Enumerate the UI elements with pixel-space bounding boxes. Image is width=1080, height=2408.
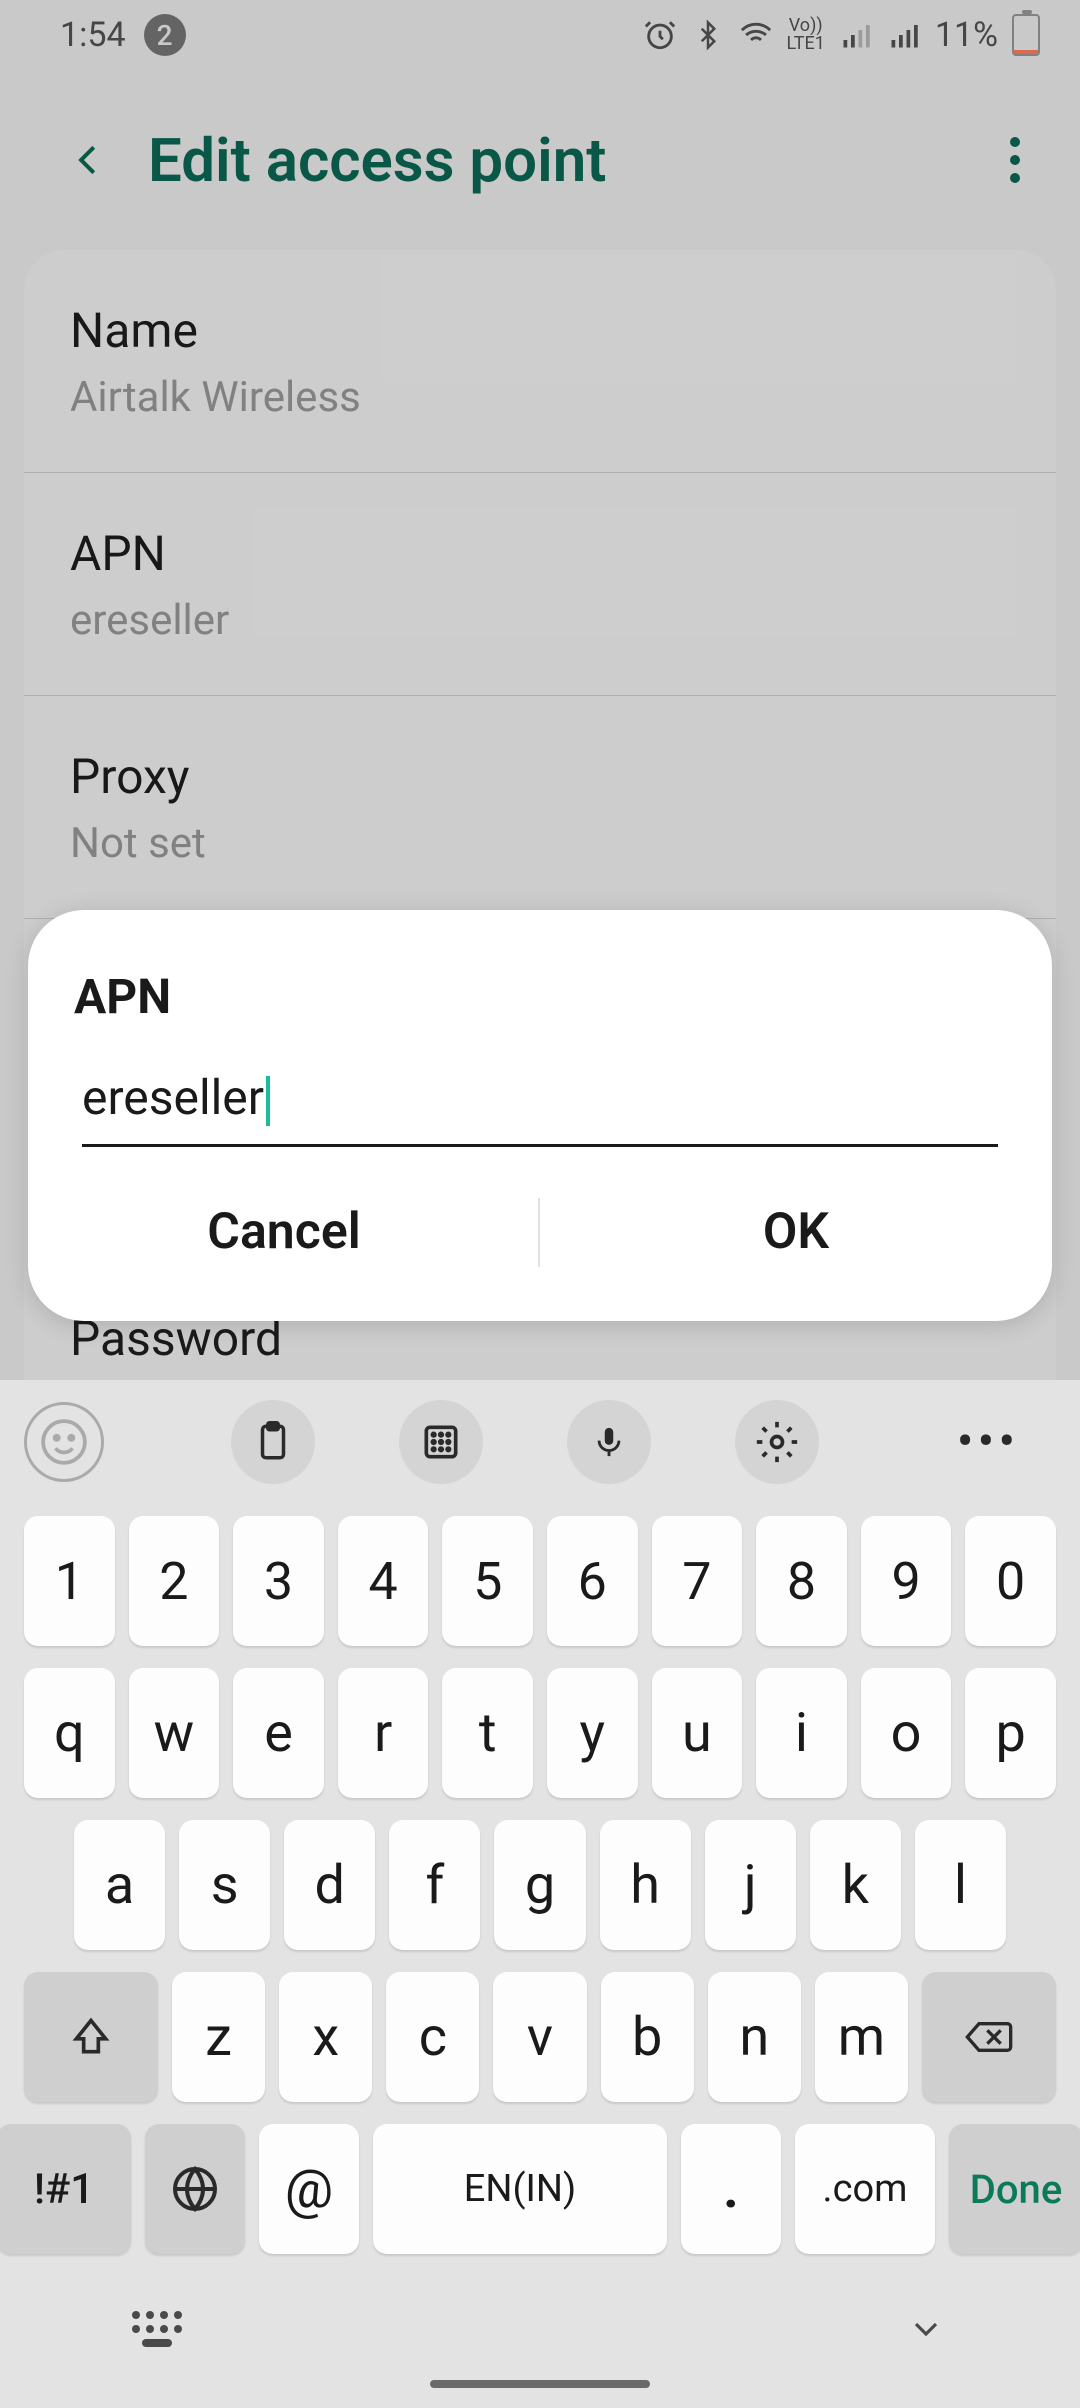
key-z[interactable]: z: [172, 1972, 265, 2102]
key-m[interactable]: m: [815, 1972, 908, 2102]
key-f[interactable]: f: [389, 1820, 480, 1950]
keyboard-settings-button[interactable]: [735, 1400, 819, 1484]
keyboard-row-qwerty3: zxcvbnm: [24, 1972, 1056, 2102]
keyboard-toolbar: •••: [0, 1380, 1080, 1504]
key-s[interactable]: s: [179, 1820, 270, 1950]
key-t[interactable]: t: [442, 1668, 533, 1798]
key-p[interactable]: p: [965, 1668, 1056, 1798]
key-4[interactable]: 4: [338, 1516, 429, 1646]
key-u[interactable]: u: [652, 1668, 743, 1798]
keyboard-row-qwerty2: asdfghjkl: [24, 1820, 1056, 1950]
key-2[interactable]: 2: [129, 1516, 220, 1646]
key-b[interactable]: b: [601, 1972, 694, 2102]
shift-key[interactable]: [24, 1972, 158, 2102]
apn-edit-dialog: APN ereseller Cancel OK: [28, 910, 1052, 1321]
key-w[interactable]: w: [129, 1668, 220, 1798]
key-a[interactable]: a: [74, 1820, 165, 1950]
key-0[interactable]: 0: [965, 1516, 1056, 1646]
dialog-title: APN: [28, 968, 1052, 1025]
navigation-bar: [0, 2270, 1080, 2408]
language-key[interactable]: [145, 2124, 245, 2254]
key-c[interactable]: c: [386, 1972, 479, 2102]
apn-input-value: ereseller: [82, 1069, 264, 1126]
dotcom-key[interactable]: .com: [795, 2124, 935, 2254]
key-g[interactable]: g: [494, 1820, 585, 1950]
key-x[interactable]: x: [279, 1972, 372, 2102]
key-8[interactable]: 8: [756, 1516, 847, 1646]
key-h[interactable]: h: [600, 1820, 691, 1950]
done-key[interactable]: Done: [949, 2124, 1080, 2254]
space-key[interactable]: EN(IN): [373, 2124, 667, 2254]
key-y[interactable]: y: [547, 1668, 638, 1798]
key-k[interactable]: k: [810, 1820, 901, 1950]
dialog-button-row: Cancel OK: [28, 1175, 1052, 1289]
home-indicator[interactable]: [430, 2380, 650, 2388]
keyboard-more-button[interactable]: •••: [946, 1400, 1030, 1484]
soft-keyboard: ••• 1234567890 qwertyuiop asdfghjkl zxcv…: [0, 1380, 1080, 2408]
key-6[interactable]: 6: [547, 1516, 638, 1646]
keyboard-row-qwerty1: qwertyuiop: [24, 1668, 1056, 1798]
key-5[interactable]: 5: [442, 1516, 533, 1646]
backspace-key[interactable]: [922, 1972, 1056, 2102]
key-o[interactable]: o: [861, 1668, 952, 1798]
ok-button[interactable]: OK: [540, 1175, 1052, 1289]
voice-input-button[interactable]: [567, 1400, 651, 1484]
at-key[interactable]: @: [259, 2124, 359, 2254]
key-l[interactable]: l: [915, 1820, 1006, 1950]
text-cursor: [266, 1076, 270, 1126]
keyboard-row-numbers: 1234567890: [24, 1516, 1056, 1646]
key-e[interactable]: e: [233, 1668, 324, 1798]
key-r[interactable]: r: [338, 1668, 429, 1798]
key-n[interactable]: n: [708, 1972, 801, 2102]
key-1[interactable]: 1: [24, 1516, 115, 1646]
text-extraction-button[interactable]: [399, 1400, 483, 1484]
cancel-button[interactable]: Cancel: [28, 1175, 540, 1289]
key-d[interactable]: d: [284, 1820, 375, 1950]
keyboard-switcher-button[interactable]: [130, 2309, 186, 2349]
keyboard-row-bottom: !#1 @ EN(IN) . .com Done: [24, 2124, 1056, 2254]
period-key[interactable]: .: [681, 2124, 781, 2254]
clipboard-button[interactable]: [231, 1400, 315, 1484]
key-9[interactable]: 9: [861, 1516, 952, 1646]
key-7[interactable]: 7: [652, 1516, 743, 1646]
key-3[interactable]: 3: [233, 1516, 324, 1646]
key-j[interactable]: j: [705, 1820, 796, 1950]
key-i[interactable]: i: [756, 1668, 847, 1798]
symbols-key[interactable]: !#1: [0, 2124, 131, 2254]
key-v[interactable]: v: [493, 1972, 586, 2102]
emoji-button[interactable]: [24, 1402, 104, 1482]
key-q[interactable]: q: [24, 1668, 115, 1798]
hide-keyboard-button[interactable]: [902, 2314, 950, 2344]
apn-input[interactable]: ereseller: [82, 1059, 998, 1147]
